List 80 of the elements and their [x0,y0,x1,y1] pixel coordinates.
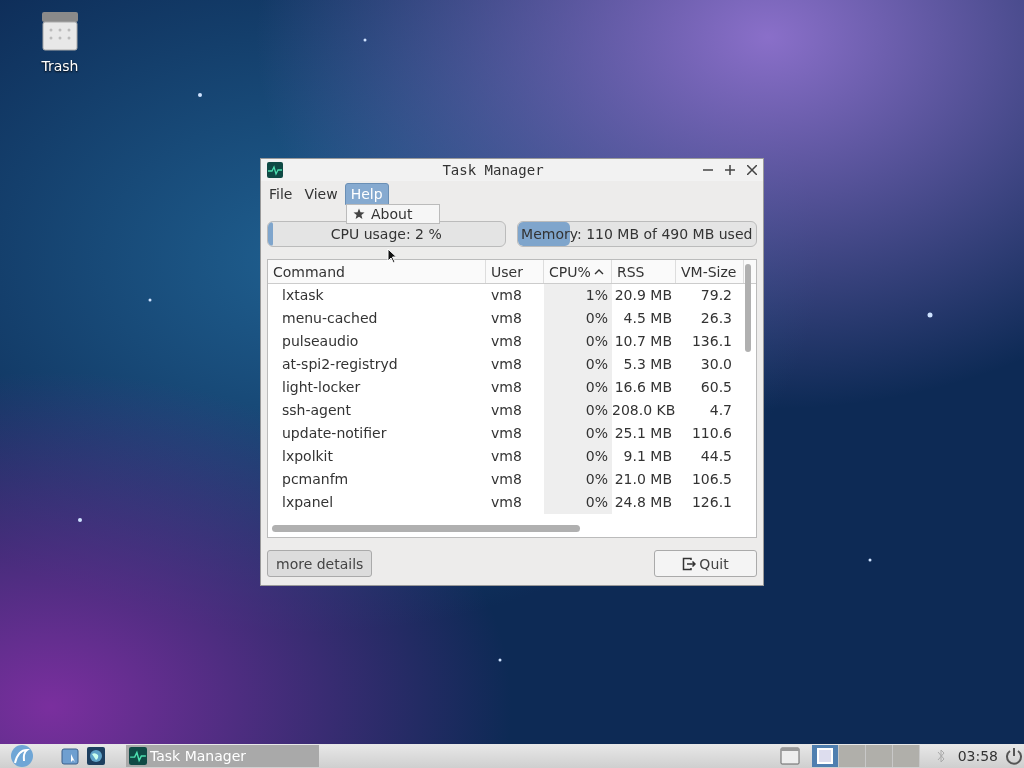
progress-label: CPU usage: 2 % [330,226,442,242]
table-cell-text: 30.0 [699,355,733,374]
table-cell-text: vm8 [490,493,523,512]
exit-icon [682,556,697,571]
table-cell-text: 79.2 [699,286,733,305]
table-cell: 0% [544,445,612,468]
table-cell: 0% [544,376,612,399]
table-cell-text: vm8 [490,309,523,328]
table-cell-text: lxpolkit [281,447,334,466]
table-cell-text: vm8 [490,424,523,443]
table-cell-text: update-notifier [281,424,388,443]
table-cell-text: 10.7 MB [613,332,673,351]
table-cell-text: 26.3 [699,309,733,328]
column-header[interactable]: CPU% [544,260,612,283]
workspace-button[interactable] [811,745,839,767]
table-cell-text: 9.1 MB [622,447,673,466]
table-cell-text: 25.1 MB [613,424,673,443]
table-cell: 0% [544,399,612,422]
table-cell: 0% [544,330,612,353]
table-cell-text: 4.7 [708,401,733,420]
table-cell: 0% [544,307,612,330]
monitor-icon [267,162,283,178]
menu-item[interactable]: File [264,184,298,204]
trash-bin-icon[interactable] [40,10,80,52]
maximize-icon[interactable] [725,165,735,175]
menu-item[interactable]: View [299,184,343,204]
column-header[interactable]: RSS [612,260,676,283]
table-cell-text: 44.5 [699,447,733,466]
window-icon[interactable] [779,746,800,766]
table-cell-text: vm8 [490,470,523,489]
globe-icon[interactable] [86,746,106,766]
table-cell-text: 60.5 [699,378,733,397]
table-cell: 0% [544,353,612,376]
column-header[interactable]: VM-Size [676,260,744,283]
table-cell-text: lxtask [281,286,325,305]
table-cell-text: pcmanfm [281,470,350,489]
clock: 03:58 [957,748,998,764]
table-cell-text: 208.0 KB [612,401,676,420]
horizontal-scrollbar[interactable] [272,525,580,532]
table-cell-text: 106.5 [690,470,733,489]
table-cell-text: vm8 [490,286,523,305]
table-cell-text: vm8 [490,378,523,397]
start-menu-icon[interactable] [10,744,34,768]
column-header[interactable]: User [486,260,544,283]
desktop-icon-label[interactable]: Trash [41,58,79,74]
table-cell-text: 4.5 MB [622,309,673,328]
monitor-icon [129,747,147,765]
table-cell: 0% [544,468,612,491]
table-cell-text: 16.6 MB [613,378,673,397]
table-cell-text: at-spi2-registryd [281,355,399,374]
power-icon[interactable] [1004,746,1024,766]
details-button[interactable]: more details [267,550,373,577]
table-cell-text: light-locker [281,378,362,397]
table-cell-text: vm8 [490,355,523,374]
table-cell-text: 21.0 MB [613,470,673,489]
folder-icon[interactable] [60,746,80,766]
table-cell-text: ssh-agent [281,401,352,420]
table-cell-text: 110.6 [690,424,733,443]
table-cell-text: vm8 [490,447,523,466]
table-cell-text: vm8 [490,332,523,351]
table-cell-text: vm8 [490,401,523,420]
quit-button[interactable]: Quit [654,550,757,577]
table-cell-text: 126.1 [690,493,733,512]
taskbar-window-label: Task Manager [150,748,247,764]
sort-ascending-icon [593,268,604,275]
table-cell-text: 24.8 MB [613,493,673,512]
table-cell: 0% [544,491,612,514]
table-cell-text: 5.3 MB [622,355,673,374]
table-cell: 1% [544,284,612,307]
table-cell-text: menu-cached [281,309,379,328]
vertical-scrollbar[interactable] [745,264,751,352]
table-cell: 0% [544,422,612,445]
close-icon[interactable] [747,165,757,175]
star-icon [353,208,365,220]
table-cell-text: 136.1 [690,332,733,351]
window-title: Task Manager [441,162,545,178]
table-cell-text: pulseaudio [281,332,360,351]
menu-entry[interactable]: About [347,205,439,223]
table-cell-text: lxpanel [281,493,335,512]
table-cell-text: 20.9 MB [613,286,673,305]
